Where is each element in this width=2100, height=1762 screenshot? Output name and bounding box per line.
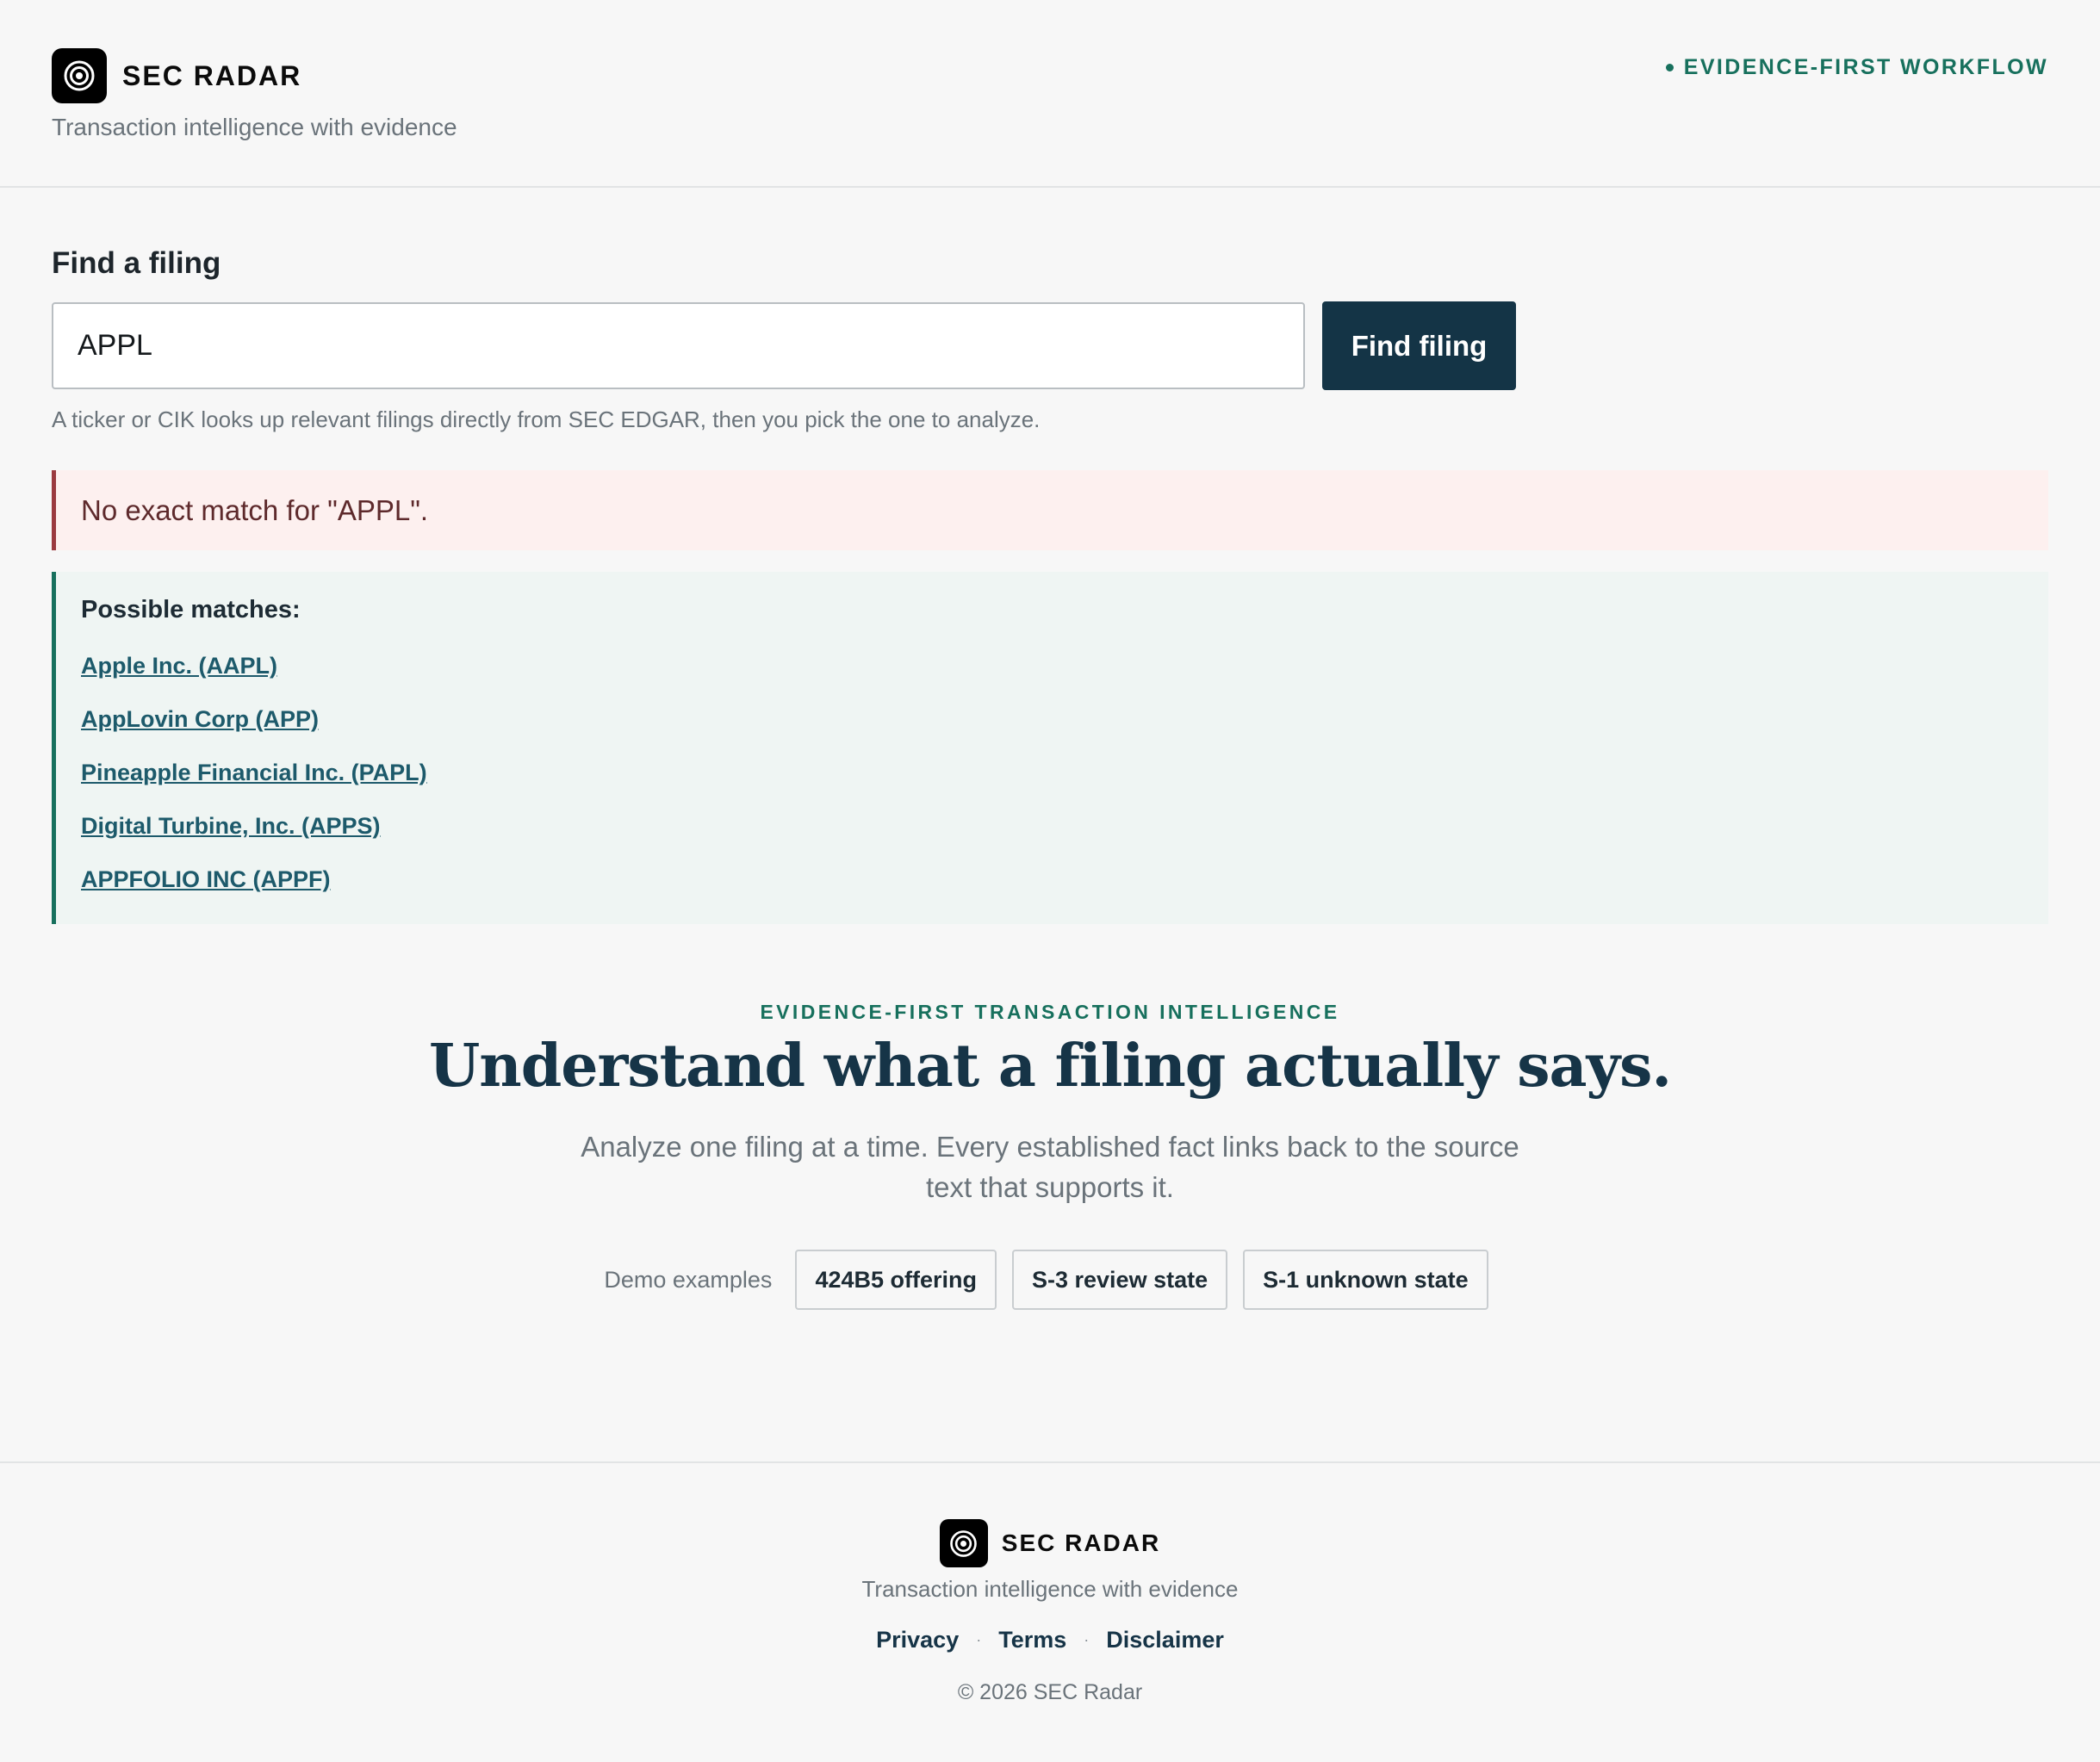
- footer-separator: ·: [1084, 1631, 1090, 1648]
- search-helper-text: A ticker or CIK looks up relevant filing…: [52, 406, 1041, 432]
- radar-logo-icon: [939, 1519, 988, 1567]
- match-link-papl[interactable]: Pineapple Financial Inc. (PAPL): [81, 757, 2048, 810]
- hero-subtitle: Analyze one filing at a time. Every esta…: [581, 1131, 1519, 1203]
- find-filing-button[interactable]: Find filing: [1322, 301, 1516, 390]
- workflow-badge-label: EVIDENCE-FIRST WORKFLOW: [1683, 55, 2048, 79]
- match-link-appf[interactable]: APPFOLIO INC (APPF): [81, 864, 2048, 917]
- demo-examples-label: Demo examples: [604, 1266, 773, 1293]
- hero-eyebrow: EVIDENCE-FIRST TRANSACTION INTELLIGENCE: [760, 1001, 1340, 1023]
- footer-separator: ·: [976, 1631, 982, 1648]
- footer-brand-name: SEC RADAR: [1001, 1529, 1161, 1556]
- workflow-badge: EVIDENCE-FIRST WORKFLOW: [1665, 55, 2048, 80]
- footer-tagline: Transaction intelligence with evidence: [861, 1576, 1239, 1602]
- copyright: © 2026 SEC Radar: [957, 1680, 1143, 1704]
- demo-s1-button[interactable]: S-1 unknown state: [1243, 1250, 1488, 1310]
- no-match-message: No exact match for "APPL".: [81, 493, 429, 526]
- possible-matches-panel: Possible matches: Apple Inc. (AAPL) AppL…: [52, 572, 2048, 924]
- site-header: SEC RADAR Transaction intelligence with …: [0, 0, 2100, 188]
- brand-tagline: Transaction intelligence with evidence: [52, 114, 457, 140]
- privacy-link[interactable]: Privacy: [876, 1627, 959, 1653]
- footer-brand[interactable]: SEC RADAR: [0, 1519, 2100, 1567]
- match-link-aapl[interactable]: Apple Inc. (AAPL): [81, 650, 2048, 704]
- terms-link[interactable]: Terms: [998, 1627, 1066, 1653]
- demo-examples: Demo examples 424B5 offering S-3 review …: [0, 1250, 2100, 1310]
- match-link-app[interactable]: AppLovin Corp (APP): [81, 704, 2048, 757]
- site-footer: SEC RADAR Transaction intelligence with …: [0, 1461, 2100, 1762]
- disclaimer-link[interactable]: Disclaimer: [1106, 1627, 1224, 1653]
- no-match-alert: No exact match for "APPL".: [52, 470, 2048, 550]
- possible-matches-title: Possible matches:: [81, 596, 301, 624]
- brand[interactable]: SEC RADAR: [52, 48, 301, 103]
- demo-s3-button[interactable]: S-3 review state: [1012, 1250, 1228, 1310]
- footer-links: Privacy · Terms · Disclaimer: [0, 1627, 2100, 1653]
- radar-logo-icon: [52, 48, 107, 103]
- hero-title: Understand what a filing actually says.: [428, 1032, 1672, 1101]
- brand-name: SEC RADAR: [122, 59, 302, 91]
- match-link-apps[interactable]: Digital Turbine, Inc. (APPS): [81, 810, 2048, 864]
- status-dot-icon: [1665, 64, 1674, 71]
- filing-search-input[interactable]: [52, 302, 1305, 389]
- demo-424b5-button[interactable]: 424B5 offering: [795, 1250, 997, 1310]
- search-label: Find a filing: [52, 246, 221, 280]
